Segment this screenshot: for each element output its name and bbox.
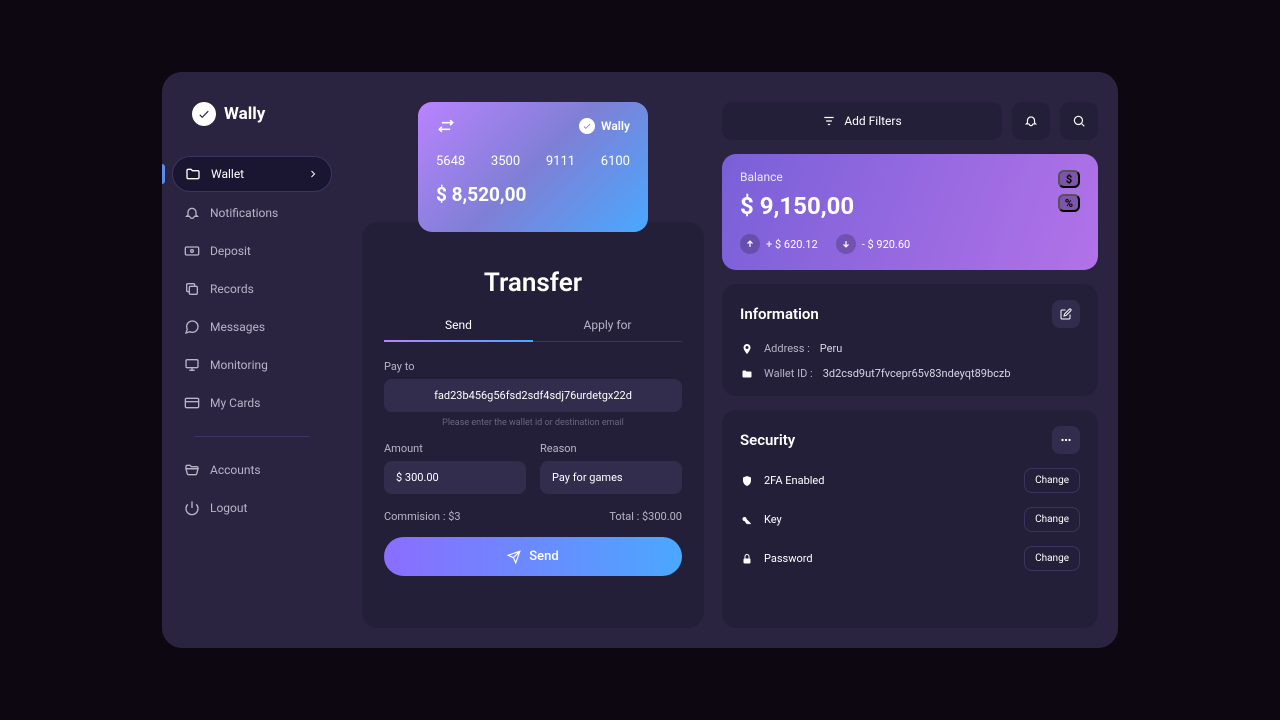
security-card: Security 2FA Enabled Change Key [722, 410, 1098, 628]
security-row-2fa: 2FA Enabled Change [740, 468, 1080, 493]
sidebar-item-messages[interactable]: Messages [172, 310, 332, 344]
currency-button[interactable]: $ [1058, 170, 1080, 188]
information-card: Information Address : Peru Wallet ID : 3… [722, 284, 1098, 396]
sidebar-item-label: Messages [210, 320, 265, 334]
check-circle-icon [192, 102, 216, 126]
transfer-title: Transfer [384, 268, 682, 298]
main-content: Wally 5648 3500 9111 6100 $ 8,520,00 Tra… [342, 72, 1118, 648]
search-icon [1072, 114, 1086, 128]
folder-icon [740, 368, 754, 380]
reason-input[interactable] [540, 461, 682, 494]
tab-apply-for[interactable]: Apply for [533, 318, 682, 342]
bell-icon [184, 205, 200, 221]
key-icon [740, 514, 754, 526]
commission-text: Commision : $3 [384, 510, 461, 523]
location-icon [740, 343, 754, 355]
outflow-stat: - $ 920.60 [836, 234, 911, 254]
sidebar-item-deposit[interactable]: Deposit [172, 234, 332, 268]
send-button[interactable]: Send [384, 537, 682, 576]
security-row-key: Key Change [740, 507, 1080, 532]
left-column: Wally 5648 3500 9111 6100 $ 8,520,00 Tra… [362, 102, 704, 628]
nav-divider [194, 436, 310, 437]
sidebar-item-monitoring[interactable]: Monitoring [172, 348, 332, 382]
amount-input[interactable] [384, 461, 526, 494]
walletid-row: Wallet ID : 3d2csd9ut7fvcepr65v83ndeyqt8… [740, 367, 1080, 380]
credit-card-icon [184, 395, 200, 411]
payto-input[interactable] [384, 379, 682, 412]
card-preview-wrap: Wally 5648 3500 9111 6100 $ 8,520,00 [362, 102, 704, 232]
transfer-summary: Commision : $3 Total : $300.00 [384, 510, 682, 523]
balance-amount: $ 9,150,00 [740, 192, 854, 220]
card-balance: $ 8,520,00 [436, 183, 630, 206]
bell-icon [1024, 114, 1038, 128]
sidebar-item-accounts[interactable]: Accounts [172, 453, 332, 487]
cash-icon [184, 243, 200, 259]
lock-icon [740, 553, 754, 565]
payto-label: Pay to [384, 360, 682, 373]
reason-label: Reason [540, 442, 682, 455]
notifications-button[interactable] [1012, 102, 1050, 140]
folder-open-icon [184, 462, 200, 478]
sidebar-item-label: Wallet [211, 167, 244, 181]
card-brand: Wally [579, 118, 630, 134]
main-nav: Wallet Notifications Deposit Records Mes… [162, 156, 342, 525]
brand-logo: Wally [162, 102, 342, 126]
shield-icon [740, 475, 754, 487]
change-password-button[interactable]: Change [1024, 546, 1080, 571]
arrow-down-icon [836, 234, 856, 254]
add-filters-button[interactable]: Add Filters [722, 102, 1002, 140]
swap-icon [436, 116, 456, 136]
address-row: Address : Peru [740, 342, 1080, 355]
sidebar: Wally Wallet Notifications Deposit Recor… [162, 72, 342, 648]
amount-label: Amount [384, 442, 526, 455]
change-key-button[interactable]: Change [1024, 507, 1080, 532]
credit-card-preview: Wally 5648 3500 9111 6100 $ 8,520,00 [418, 102, 648, 232]
sidebar-item-label: Logout [210, 501, 247, 515]
brand-name: Wally [224, 104, 265, 124]
right-column: Add Filters Balance $ 9,150,00 $ [722, 102, 1098, 628]
balance-label: Balance [740, 170, 854, 184]
top-bar: Add Filters [722, 102, 1098, 140]
chat-icon [184, 319, 200, 335]
inflow-stat: + $ 620.12 [740, 234, 818, 254]
check-circle-icon [579, 118, 595, 134]
sidebar-item-logout[interactable]: Logout [172, 491, 332, 525]
app-window: Wally Wallet Notifications Deposit Recor… [162, 72, 1118, 648]
card-number: 5648 3500 9111 6100 [436, 154, 630, 169]
security-row-password: Password Change [740, 546, 1080, 571]
arrow-up-icon [740, 234, 760, 254]
balance-card: Balance $ 9,150,00 $ % + $ 620.12 [722, 154, 1098, 270]
transfer-tabs: Send Apply for [384, 318, 682, 342]
sidebar-item-label: Accounts [210, 463, 261, 477]
sidebar-item-wallet[interactable]: Wallet [172, 156, 332, 192]
sidebar-item-label: Records [210, 282, 254, 296]
sidebar-item-mycards[interactable]: My Cards [172, 386, 332, 420]
search-button[interactable] [1060, 102, 1098, 140]
transfer-panel: Transfer Send Apply for Pay to Please en… [362, 222, 704, 628]
change-2fa-button[interactable]: Change [1024, 468, 1080, 493]
chevron-right-icon [307, 168, 319, 180]
power-icon [184, 500, 200, 516]
sliders-icon [822, 114, 836, 128]
sidebar-item-label: Deposit [210, 244, 251, 258]
sidebar-item-label: Notifications [210, 206, 278, 220]
security-more-button[interactable] [1052, 426, 1080, 454]
percent-button[interactable]: % [1058, 194, 1080, 212]
folder-icon [185, 166, 201, 182]
security-title: Security [740, 431, 795, 449]
monitor-icon [184, 357, 200, 373]
total-text: Total : $300.00 [609, 510, 682, 523]
information-title: Information [740, 305, 819, 323]
payto-hint: Please enter the wallet id or destinatio… [384, 418, 682, 428]
tab-send[interactable]: Send [384, 318, 533, 342]
dots-icon [1059, 433, 1073, 447]
edit-info-button[interactable] [1052, 300, 1080, 328]
sidebar-item-label: My Cards [210, 396, 260, 410]
edit-icon [1060, 308, 1072, 320]
copy-icon [184, 281, 200, 297]
sidebar-item-records[interactable]: Records [172, 272, 332, 306]
sidebar-item-label: Monitoring [210, 358, 268, 372]
paper-plane-icon [507, 550, 521, 564]
sidebar-item-notifications[interactable]: Notifications [172, 196, 332, 230]
